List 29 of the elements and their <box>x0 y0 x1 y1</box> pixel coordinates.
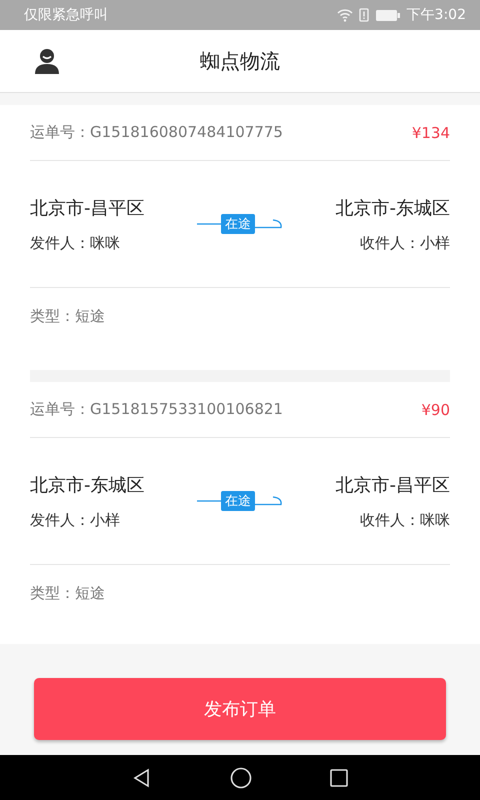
destination-city: 北京市-东城区 <box>336 196 450 220</box>
wifi-icon <box>336 8 353 22</box>
profile-icon[interactable] <box>33 47 61 75</box>
destination-city: 北京市-昌平区 <box>336 474 450 496</box>
route-line <box>197 499 221 503</box>
waybill-number: 运单号：G1518160807484107775 <box>30 123 283 142</box>
carrier-text: 仅限紧急呼叫 <box>24 6 108 24</box>
publish-order-button[interactable]: 发布订单 <box>34 678 446 740</box>
sender-name: 发件人：小样 <box>30 510 121 530</box>
origin-city: 北京市-昌平区 <box>30 196 146 220</box>
clock: 下午3:02 <box>406 6 466 24</box>
sim-card-icon <box>358 8 369 22</box>
receiver-name: 收件人：小样 <box>360 234 450 252</box>
back-icon[interactable] <box>132 768 152 788</box>
status-badge: 在途 <box>221 214 255 234</box>
origin-city: 北京市-东城区 <box>30 474 146 496</box>
price: ¥134 <box>412 124 450 142</box>
app-title: 蜘点物流 <box>200 48 280 74</box>
home-icon[interactable] <box>230 766 252 788</box>
route-line <box>197 222 221 226</box>
receiver-name: 收件人：咪咪 <box>360 510 450 530</box>
recent-apps-icon[interactable] <box>330 768 348 786</box>
price: ¥90 <box>421 400 450 418</box>
status-badge: 在途 <box>221 491 255 511</box>
battery-icon <box>374 8 401 22</box>
shipment-type: 类型：短途 <box>30 306 105 326</box>
shipment-type: 类型：短途 <box>30 584 105 602</box>
waybill-number: 运单号：G1518157533100106821 <box>30 400 283 419</box>
sender-name: 发件人：咪咪 <box>30 234 121 252</box>
